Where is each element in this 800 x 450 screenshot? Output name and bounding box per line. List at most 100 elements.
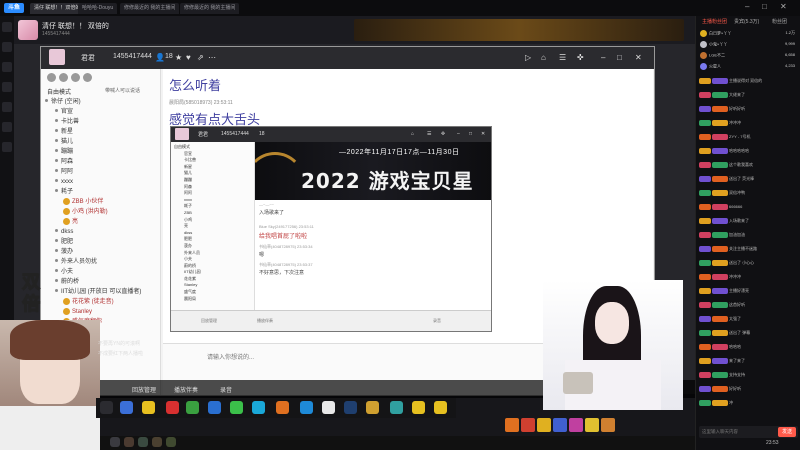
chat-line[interactable]: 哈哈哈哈哈 (699, 148, 798, 158)
chat-line[interactable]: 主播好漂亮 (699, 288, 798, 298)
rail-follow-icon[interactable] (2, 42, 12, 52)
mini-tree-item[interactable]: 蹦蹦 (174, 177, 254, 184)
mini-tree-item[interactable]: 阿森 (174, 184, 254, 191)
mic-mode[interactable]: 自由模式 (47, 87, 71, 96)
mini-gamepad-icon[interactable]: ✜ (441, 131, 445, 137)
channel-tree-item[interactable]: 官宣 (45, 107, 157, 117)
steam-icon[interactable] (344, 401, 357, 414)
home-icon[interactable]: ⌂ (541, 53, 546, 62)
tool-icon-3[interactable] (71, 73, 80, 82)
chat-line[interactable]: 好听好听 (699, 106, 798, 116)
app-icon-14[interactable] (390, 401, 403, 414)
app-icon-13[interactable] (366, 401, 379, 414)
channel-tree-item[interactable]: 耗子 (45, 187, 157, 197)
streamer-avatar[interactable] (18, 20, 38, 40)
channel-tree-item[interactable]: ZBB 小伙伴 (45, 197, 157, 207)
rail-video-icon[interactable] (2, 82, 12, 92)
chat-line[interactable]: ZYY - 7号机 (699, 134, 798, 144)
mini-list-icon[interactable]: ☰ (427, 131, 431, 137)
app-icon-4[interactable] (166, 401, 179, 414)
mini-record-button[interactable]: 录音 (433, 318, 441, 324)
mini-home-icon[interactable]: ⌂ (411, 131, 414, 137)
chat-line[interactable]: 来了来了 (699, 358, 798, 368)
gift-icon[interactable] (553, 418, 567, 432)
mini-tree-item[interactable]: 外来人员 (174, 250, 254, 257)
yy-icon[interactable] (412, 401, 425, 414)
bottom-icon[interactable] (138, 437, 148, 447)
rank-row[interactable]: 小鬼×丫丫 9,999 (700, 41, 797, 50)
gamepad-icon[interactable]: ✜ (577, 53, 584, 62)
chat-line[interactable]: 送出了 弹幕 (699, 330, 798, 340)
chat-line[interactable]: 冲冲冲 (699, 274, 798, 284)
chat-line[interactable]: 冲冲冲 (699, 120, 798, 130)
tab-stream[interactable]: 清仔 联想！！双倍的 (30, 3, 85, 14)
list-icon[interactable]: ☰ (559, 53, 566, 62)
chat-input[interactable]: 请输入你想说的... (207, 352, 254, 361)
mini-tree-item[interactable]: IIT幼儿园 (174, 269, 254, 276)
channel-tree-item[interactable]: 小夫 (45, 267, 157, 277)
channel-tree-item[interactable]: 小鸡 (洪内勒) (45, 207, 157, 217)
share-icon[interactable]: ⇗ (197, 53, 204, 62)
channel-tree-item[interactable]: xxxx (45, 177, 157, 187)
mini-tree-item[interactable]: 耗子 (174, 203, 254, 210)
chat-line[interactable]: 主播说得对 双倍的 (699, 78, 798, 88)
rank-row[interactable]: 火星人 4,233 (700, 63, 797, 72)
mini-tree-item[interactable]: 肥肥 (174, 236, 254, 243)
more-icon[interactable]: ⋯ (208, 53, 216, 62)
mini-tree-item[interactable]: Stanley (174, 282, 254, 289)
mini-tree-item[interactable]: 自由模式 (174, 144, 254, 151)
bottom-icon[interactable] (166, 437, 176, 447)
channel-tree-item[interactable]: Stanley (45, 307, 157, 317)
channel-tree-item[interactable]: 猫儿 (45, 137, 157, 147)
mini-tree-item[interactable]: 小鸡 (174, 217, 254, 224)
app-icon-8[interactable] (252, 401, 265, 414)
chat-line[interactable]: 支持支持 (699, 372, 798, 382)
maximize-icon[interactable]: □ (762, 2, 767, 11)
chat-line[interactable]: 666666 (699, 204, 798, 214)
rail-category-icon[interactable] (2, 62, 12, 72)
tab-fan-club[interactable]: 粉丝团 (772, 18, 787, 25)
tab-vip[interactable]: 贵宾(5.3万) (734, 18, 759, 25)
mini-tree-item[interactable]: 亮 (174, 223, 254, 230)
channel-avatar[interactable] (49, 49, 65, 65)
chat-line[interactable]: 关注主播不迷路 (699, 246, 798, 256)
mini-tree-item[interactable]: 花花紫 (174, 276, 254, 283)
channel-tree-item[interactable]: dkss (45, 227, 157, 237)
channel-tree-item[interactable]: 徐仔 (空闲) (45, 97, 157, 107)
mini-tree-item[interactable]: 盛气度 (174, 289, 254, 296)
chat-line[interactable]: 入场歌来了 (699, 218, 798, 228)
mini-tree-item[interactable]: 晨阳局 (174, 296, 254, 303)
rank-row[interactable]: 白日梦×丫丫 1.2万 (700, 30, 797, 39)
app-icon-10[interactable] (300, 401, 313, 414)
mini-tree-item[interactable]: dkss (174, 230, 254, 237)
chrome-icon[interactable] (186, 401, 199, 414)
mini-tree-item[interactable]: 新星 (174, 164, 254, 171)
mini-playback-button[interactable]: 回放管理 (201, 318, 217, 324)
mini-tree-item[interactable]: 阿阿 (174, 190, 254, 197)
mini-tree-item[interactable]: 蔚的桥 (174, 263, 254, 270)
tab-douyu[interactable]: 哈哈哈-Douyu (78, 3, 118, 14)
wechat-icon[interactable] (230, 401, 243, 414)
mini-tree-item[interactable]: 官宣 (174, 151, 254, 158)
channel-tree-item[interactable]: 肥肥 (45, 237, 157, 247)
mini-close-icon[interactable]: ✕ (481, 131, 485, 137)
gift-icon[interactable] (569, 418, 583, 432)
tool-icon-4[interactable] (83, 73, 92, 82)
mini-tree-item[interactable]: 猫儿 (174, 170, 254, 177)
playback-button[interactable]: 回放管理 (132, 385, 156, 394)
gift-icon[interactable] (537, 418, 551, 432)
channel-tree-item[interactable]: 蹦蹦 (45, 147, 157, 157)
header-banner[interactable] (354, 19, 684, 41)
chat-line[interactable]: 大佬来了 (699, 92, 798, 102)
channel-tree-item[interactable]: 花花紫 (徒走音) (45, 297, 157, 307)
chat-line[interactable]: 这个歌我喜欢 (699, 162, 798, 172)
event-banner[interactable]: —2022年11月17日17点—11月30日 2022 游戏宝贝星 (255, 142, 491, 200)
tool-icon-1[interactable] (47, 73, 56, 82)
rail-home-icon[interactable] (2, 22, 12, 32)
channel-tree-item[interactable]: 外来人员勿扰 (45, 257, 157, 267)
chat-line[interactable]: 送出了 小心心 (699, 260, 798, 270)
app-icon-6[interactable] (208, 401, 221, 414)
rail-more-icon[interactable] (2, 142, 12, 152)
app-icon-1[interactable] (100, 401, 113, 414)
tab-fans-rank[interactable]: 主播粉丝团 (702, 18, 727, 25)
